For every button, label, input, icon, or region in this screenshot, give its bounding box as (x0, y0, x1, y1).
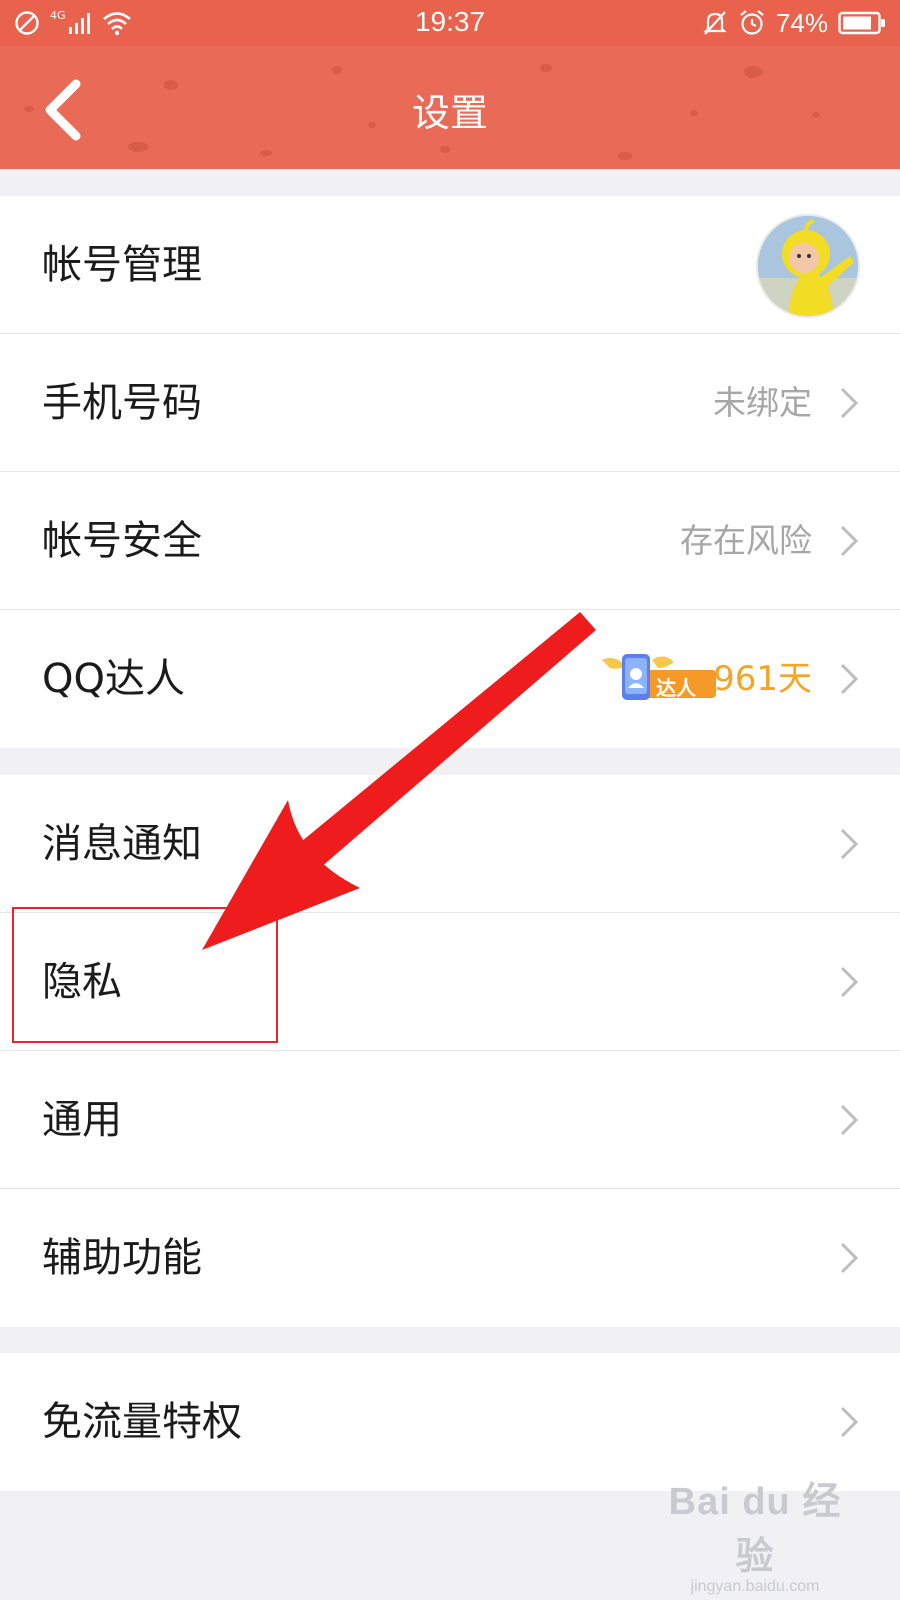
qq-expert-days: 961天 (713, 659, 812, 699)
watermark-url: jingyan.baidu.com (690, 1578, 820, 1595)
row-label: 消息通知 (42, 821, 202, 867)
avatar-image (758, 216, 858, 316)
qq-expert-badge-icon: 达人 (600, 648, 718, 708)
nav-bar: 设置 (0, 46, 900, 169)
annotation-highlight-box (12, 907, 278, 1043)
row-general[interactable]: 通用 (0, 1051, 900, 1189)
row-qq-expert[interactable]: QQ达人 达人 961天 (0, 610, 900, 748)
texture-speck (618, 152, 632, 160)
settings-group-general: 消息通知 隐私 通用 辅助功能 (0, 775, 900, 1327)
texture-speck (540, 64, 552, 72)
mute-bell-icon (703, 11, 727, 35)
chevron-right-icon (840, 828, 859, 860)
chevron-right-icon (840, 525, 859, 557)
chevron-right-icon (840, 387, 859, 419)
texture-speck (128, 142, 148, 152)
row-label: 通用 (42, 1097, 122, 1143)
row-value: 未绑定 (713, 383, 812, 422)
watermark: Bai du 经验 jingyan.baidu.com (650, 1470, 860, 1596)
chevron-right-icon (840, 966, 859, 998)
row-value: 存在风险 (680, 521, 812, 560)
qq-expert-badge-text: 达人 (656, 676, 696, 700)
battery-icon (838, 11, 885, 35)
avatar (756, 214, 860, 318)
texture-speck (440, 146, 450, 153)
row-label: 帐号管理 (42, 242, 202, 288)
row-label: 手机号码 (42, 380, 202, 426)
row-accessibility[interactable]: 辅助功能 (0, 1189, 900, 1327)
status-right-icons: 74% (702, 8, 886, 38)
chevron-right-icon (840, 663, 859, 695)
chevron-right-icon (840, 1406, 859, 1438)
alarm-icon (740, 10, 764, 35)
row-notifications[interactable]: 消息通知 (0, 775, 900, 913)
battery-percent: 74% (775, 7, 828, 38)
row-label: 免流量特权 (42, 1399, 242, 1445)
settings-group-account: 帐号管理 手机号码 未绑定 帐号安全 存在风险 QQ达人 达人 961天 (0, 196, 900, 748)
status-bar: 4G 19:37 74% (0, 0, 900, 46)
row-account-security[interactable]: 帐号安全 存在风险 (0, 472, 900, 610)
chevron-right-icon (840, 1104, 859, 1136)
row-label: 辅助功能 (42, 1235, 202, 1281)
page-title: 设置 (411, 91, 488, 135)
chevron-right-icon (840, 1242, 859, 1274)
texture-speck (744, 66, 762, 78)
row-label: 帐号安全 (42, 518, 202, 564)
row-account-management[interactable]: 帐号管理 (0, 196, 900, 334)
row-label: QQ达人 (42, 656, 185, 702)
row-phone-number[interactable]: 手机号码 未绑定 (0, 334, 900, 472)
texture-speck (260, 150, 272, 156)
texture-speck (332, 66, 342, 74)
watermark-logo: Bai du 经验 (668, 1481, 842, 1578)
